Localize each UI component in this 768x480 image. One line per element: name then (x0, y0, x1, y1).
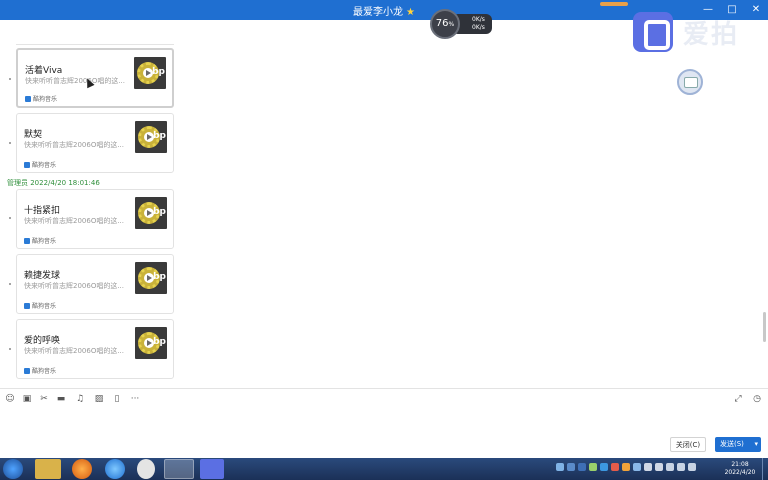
game-app-icon[interactable] (164, 459, 194, 479)
thumb-label: bp (153, 337, 166, 347)
source-label: 酷狗音乐 (33, 96, 58, 103)
tray-app-icon[interactable] (644, 463, 652, 471)
start-button[interactable] (3, 459, 23, 479)
thumb-label: bp (153, 207, 166, 217)
song-title: 活着Viva (25, 66, 63, 76)
kugou-icon (24, 302, 30, 309)
qq-penguin-icon[interactable] (137, 459, 155, 479)
notification-indicator (600, 2, 628, 6)
source-label: 酷狗音乐 (32, 368, 57, 375)
more-icon[interactable]: ··· (128, 394, 142, 404)
system-tray (556, 463, 696, 471)
song-description: 快来听听曾志辉2006O唱的这... (24, 217, 124, 225)
song-description: 快来听听曾志辉2006O唱的这... (24, 347, 124, 355)
song-thumbnail: bp (135, 197, 167, 229)
chat-history: 活着Viva 快来听听曾志辉2006O唱的这... bp 酷狗音乐 默契 快来听… (0, 20, 768, 388)
history-icon[interactable]: ◷ (752, 394, 762, 404)
song-description: 快来听听曾志辉2006O唱的这... (24, 141, 124, 149)
clock-date: 2022/4/20 (724, 469, 756, 476)
tray-app-icon[interactable] (600, 463, 608, 471)
bullet-dot (9, 217, 11, 219)
bullet-dot (9, 78, 11, 80)
ie-browser-icon[interactable] (105, 459, 125, 479)
tray-app-icon[interactable] (622, 463, 630, 471)
thumb-label: bp (153, 131, 166, 141)
clock[interactable]: 21:08 2022/4/20 (724, 461, 756, 477)
song-title: 赖捷发球 (24, 271, 61, 281)
song-description: 快来听听曾志辉2006O唱的这... (25, 77, 125, 85)
expand-icon[interactable]: ⤢ (733, 394, 743, 404)
volume-icon[interactable] (677, 463, 685, 471)
card-source: 酷狗音乐 (24, 236, 56, 245)
send-button[interactable]: 发送(S) ▾ (715, 437, 761, 452)
bullet-dot (9, 142, 11, 144)
network-icon[interactable] (666, 463, 674, 471)
tray-app-icon[interactable] (633, 463, 641, 471)
close-button[interactable]: 关闭(C) (670, 437, 706, 452)
send-options-icon[interactable]: ▾ (754, 437, 758, 452)
tray-app-icon[interactable] (589, 463, 597, 471)
tray-app-icon[interactable] (578, 463, 586, 471)
song-thumbnail: bp (135, 327, 167, 359)
send-label: 发送(S) (720, 440, 744, 448)
song-thumbnail: bp (134, 57, 166, 89)
kugou-icon (24, 237, 30, 244)
song-title: 十指紧扣 (24, 206, 61, 216)
flag-icon[interactable] (655, 463, 663, 471)
folder-icon[interactable]: ▬ (56, 394, 66, 404)
aipai-taskbar-icon[interactable] (200, 459, 224, 479)
music-card[interactable]: 活着Viva 快来听听曾志辉2006O唱的这... bp 酷狗音乐 (16, 48, 174, 108)
gif-icon[interactable]: ▣ (22, 394, 32, 404)
qq-tray-icon[interactable] (567, 463, 575, 471)
divider (16, 44, 174, 45)
show-desktop-button[interactable] (762, 458, 768, 480)
file-explorer-icon[interactable] (35, 459, 61, 479)
source-label: 酷狗音乐 (32, 238, 57, 245)
window-title-text: 最爱李小龙 (353, 7, 404, 18)
song-thumbnail: bp (135, 262, 167, 294)
bullet-dot (9, 348, 11, 350)
bullet-dot (9, 283, 11, 285)
music-card[interactable]: 赖捷发球 快来听听曾志辉2006O唱的这... bp 酷狗音乐 (16, 254, 174, 314)
song-title: 爱的呼唤 (24, 336, 61, 346)
scissors-icon[interactable]: ✂ (39, 394, 49, 404)
input-toolbar: ☺ ▣ ✂ ▬ ♫ ▨ ▯ ··· ⤢ ◷ (0, 388, 768, 408)
card-source: 酷狗音乐 (24, 366, 56, 375)
thumb-label: bp (153, 272, 166, 282)
music-card[interactable]: 十指紧扣 快来听听曾志辉2006O唱的这... bp 酷狗音乐 (16, 189, 174, 249)
close-window-button[interactable]: ✕ (744, 0, 768, 20)
sender-timestamp: 管理员 2022/4/20 18:01:46 (7, 179, 100, 187)
keyboard-icon[interactable] (688, 463, 696, 471)
card-source: 酷狗音乐 (25, 94, 57, 103)
music-icon[interactable]: ♫ (75, 394, 85, 404)
clock-time: 21:08 (731, 461, 749, 468)
media-player-icon[interactable] (72, 459, 92, 479)
song-title: 默契 (24, 130, 43, 140)
emoji-icon[interactable]: ☺ (5, 394, 15, 404)
star-icon: ★ (406, 7, 415, 18)
kugou-icon (25, 95, 31, 102)
chat-scrollbar[interactable] (763, 312, 766, 342)
tray-app-icon[interactable] (611, 463, 619, 471)
source-label: 酷狗音乐 (32, 303, 57, 310)
search-icon[interactable] (556, 463, 564, 471)
taskbar: 21:08 2022/4/20 (0, 458, 768, 480)
kugou-icon (24, 367, 30, 374)
phone-icon[interactable]: ▯ (112, 394, 122, 404)
thumb-label: bp (152, 67, 165, 77)
music-card[interactable]: 默契 快来听听曾志辉2006O唱的这... bp 酷狗音乐 (16, 113, 174, 173)
music-card[interactable]: 爱的呼唤 快来听听曾志辉2006O唱的这... bp 酷狗音乐 (16, 319, 174, 379)
source-label: 酷狗音乐 (32, 162, 57, 169)
song-description: 快来听听曾志辉2006O唱的这... (24, 282, 124, 290)
card-source: 酷狗音乐 (24, 160, 56, 169)
card-source: 酷狗音乐 (24, 301, 56, 310)
image-icon[interactable]: ▨ (94, 394, 104, 404)
kugou-icon (24, 161, 30, 168)
song-thumbnail: bp (135, 121, 167, 153)
